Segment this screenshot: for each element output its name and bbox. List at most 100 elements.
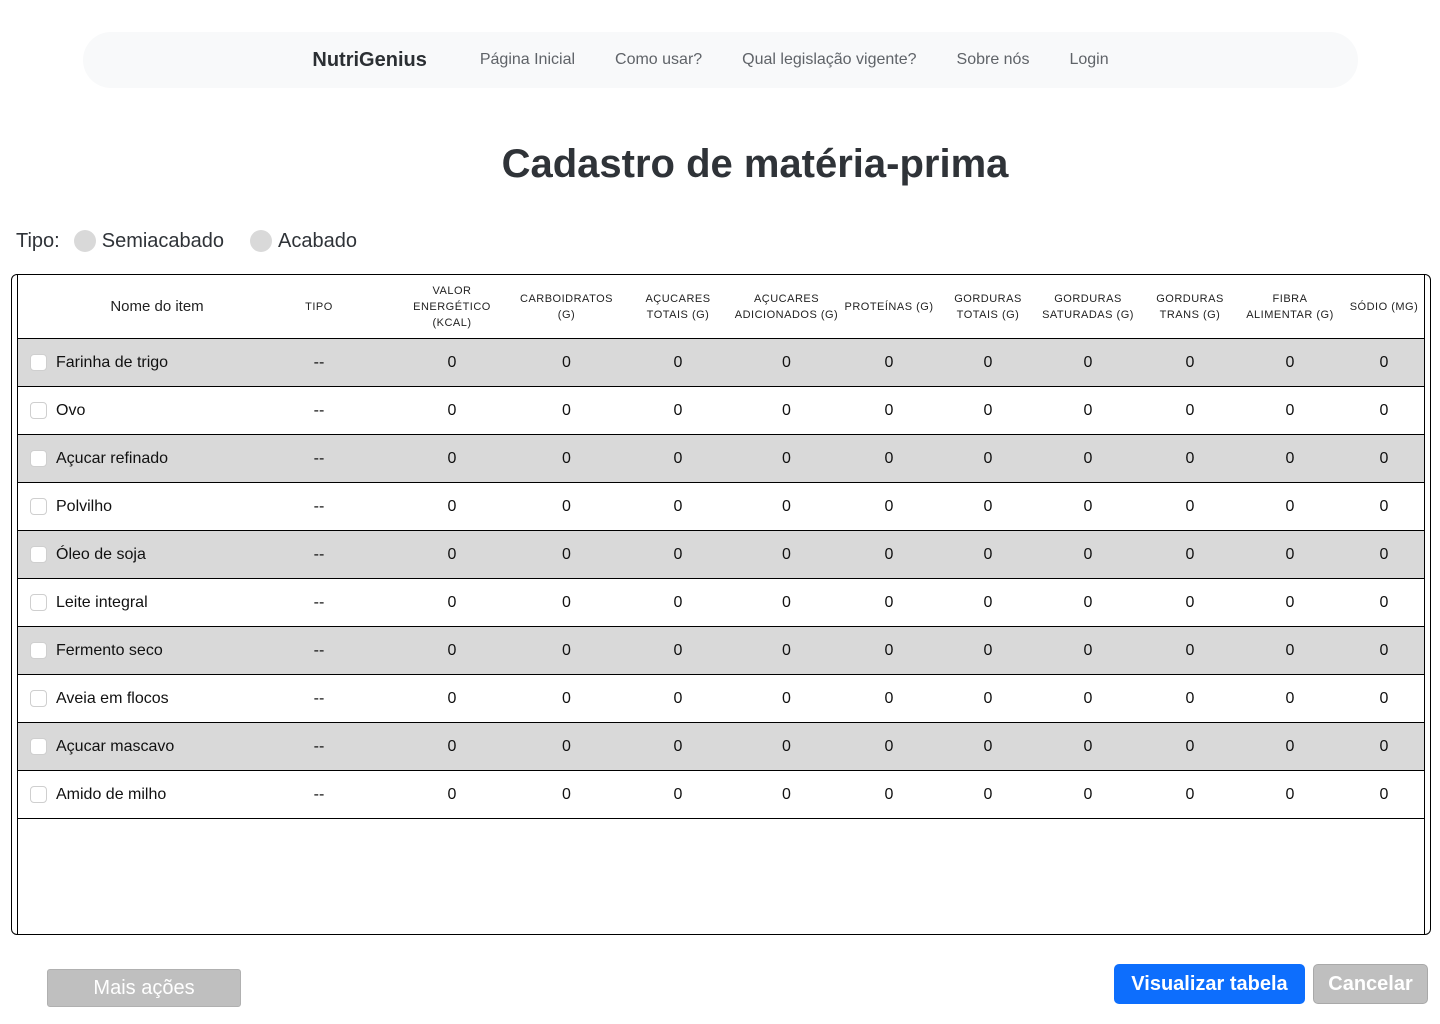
tipo-selector: Tipo: Semiacabado Acabado xyxy=(16,228,383,254)
nutrient-value: 0 xyxy=(884,449,894,467)
radio-button[interactable] xyxy=(73,230,96,252)
row-checkbox[interactable] xyxy=(30,642,47,659)
table-row[interactable]: Ovo -- 0 0 0 0 0 0 0 0 0 0 xyxy=(18,387,1424,435)
table-row[interactable]: Leite integral -- 0 0 0 0 0 0 0 0 0 0 xyxy=(18,579,1424,627)
nutrient-value: 0 xyxy=(983,401,993,419)
table-row[interactable]: Polvilho -- 0 0 0 0 0 0 0 0 0 0 xyxy=(18,483,1424,531)
item-name: Óleo de soja xyxy=(56,545,146,563)
nutrient-value: 0 xyxy=(447,449,457,467)
nutrient-value: 0 xyxy=(884,401,894,419)
brand-logo[interactable]: NutriGenius xyxy=(312,49,426,72)
nutrient-value: 0 xyxy=(1379,593,1389,611)
nutrient-value: 0 xyxy=(884,689,894,707)
column-header: AÇUCARES TOTAIS (G) xyxy=(645,293,711,321)
row-checkbox[interactable] xyxy=(30,786,47,803)
nutrient-value: 0 xyxy=(1285,545,1295,563)
nutrient-value: 0 xyxy=(782,401,791,419)
nutrient-value: 0 xyxy=(562,593,571,611)
column-header: GORDURAS TOTAIS (G) xyxy=(954,293,1022,321)
nutrient-value: 0 xyxy=(1379,545,1389,563)
nutrient-value: 0 xyxy=(782,785,791,803)
nutrient-value: 0 xyxy=(1379,641,1389,659)
row-checkbox[interactable] xyxy=(30,450,47,467)
nutrient-value: 0 xyxy=(1379,497,1389,515)
item-name-cell: Ovo xyxy=(18,387,278,434)
nutrient-value: 0 xyxy=(447,593,457,611)
top-navbar: NutriGenius Página Inicial Como usar? Qu… xyxy=(83,32,1358,88)
row-checkbox[interactable] xyxy=(30,498,47,515)
item-name: Amido de milho xyxy=(56,785,167,803)
nutrient-value: 0 xyxy=(1379,737,1389,755)
radio-label: Semiacabado xyxy=(101,229,225,252)
nutrient-value: 0 xyxy=(1285,401,1295,419)
column-header: TIPO xyxy=(305,301,333,313)
nutrient-value: 0 xyxy=(1083,641,1093,659)
nutrient-value: 0 xyxy=(673,737,683,755)
nutrient-value: 0 xyxy=(562,737,571,755)
column-header: PROTEÍNAS (G) xyxy=(844,301,934,313)
row-checkbox[interactable] xyxy=(30,402,47,419)
nutrient-value: 0 xyxy=(1285,641,1295,659)
nav-link-how-to-use[interactable]: Como usar? xyxy=(615,51,702,69)
item-name: Polvilho xyxy=(56,497,113,515)
radio-button[interactable] xyxy=(250,230,273,252)
nutrient-value: 0 xyxy=(1285,593,1295,611)
item-name-cell: Farinha de trigo xyxy=(18,339,278,386)
row-checkbox[interactable] xyxy=(30,354,47,371)
nutrient-value: 0 xyxy=(782,737,791,755)
nutrient-value: 0 xyxy=(1185,545,1195,563)
nutrient-value: 0 xyxy=(983,737,993,755)
row-checkbox[interactable] xyxy=(30,546,47,563)
nutrient-value: 0 xyxy=(1285,785,1295,803)
radio-acabado[interactable]: Acabado xyxy=(250,230,357,253)
ingredients-table: Nome do item TIPO VALOR ENERGÉTICO (KCAL) C… xyxy=(17,275,1425,935)
table-row[interactable]: Aveia em flocos -- 0 0 0 0 0 0 0 0 0 0 xyxy=(18,675,1424,723)
column-header: GORDURAS TRANS (G) xyxy=(1156,293,1224,321)
nutrient-value: 0 xyxy=(884,785,894,803)
table-row[interactable]: Fermento seco -- 0 0 0 0 0 0 0 0 0 0 xyxy=(18,627,1424,675)
item-tipo: -- xyxy=(313,449,325,467)
radio-semiacabado[interactable]: Semiacabado xyxy=(73,229,225,253)
nav-link-about[interactable]: Sobre nós xyxy=(957,51,1030,69)
item-name-cell: Fermento seco xyxy=(18,627,278,674)
nutrient-value: 0 xyxy=(447,737,457,755)
more-actions-button[interactable]: Mais ações xyxy=(47,969,241,1007)
table-row[interactable]: Farinha de trigo -- 0 0 0 0 0 0 0 0 0 0 xyxy=(18,339,1424,387)
nav-link-legislation[interactable]: Qual legislação vigente? xyxy=(742,51,916,69)
cancel-button[interactable]: Cancelar xyxy=(1313,964,1428,1004)
nutrient-value: 0 xyxy=(884,593,894,611)
nutrient-value: 0 xyxy=(884,545,894,563)
nutrient-value: 0 xyxy=(1379,353,1389,371)
nutrient-value: 0 xyxy=(1083,785,1093,803)
nutrient-value: 0 xyxy=(1185,353,1195,371)
nutrient-value: 0 xyxy=(562,449,571,467)
item-name-cell: Amido de milho xyxy=(18,771,278,818)
nutrient-value: 0 xyxy=(673,497,683,515)
item-name: Ovo xyxy=(56,401,86,419)
row-checkbox[interactable] xyxy=(30,690,47,707)
item-tipo: -- xyxy=(313,641,325,659)
nav-link-login[interactable]: Login xyxy=(1069,51,1108,69)
nutrient-value: 0 xyxy=(884,353,894,371)
view-table-button[interactable]: Visualizar tabela xyxy=(1114,964,1305,1004)
item-name-cell: Leite integral xyxy=(18,579,278,626)
table-row[interactable]: Açucar refinado -- 0 0 0 0 0 0 0 0 0 0 xyxy=(18,435,1424,483)
nutrient-value: 0 xyxy=(782,449,791,467)
table-row[interactable]: Óleo de soja -- 0 0 0 0 0 0 0 0 0 0 xyxy=(18,531,1424,579)
item-name-cell: Açucar refinado xyxy=(18,435,278,482)
nutrient-value: 0 xyxy=(782,689,791,707)
nutrient-value: 0 xyxy=(884,737,894,755)
row-checkbox[interactable] xyxy=(30,738,47,755)
table-row[interactable]: Açucar mascavo -- 0 0 0 0 0 0 0 0 0 0 xyxy=(18,723,1424,771)
nutrient-value: 0 xyxy=(983,689,993,707)
item-name: Fermento seco xyxy=(56,641,163,659)
ingredients-table-frame: Nome do item TIPO VALOR ENERGÉTICO (KCAL) C… xyxy=(11,274,1431,935)
table-row[interactable]: Amido de milho -- 0 0 0 0 0 0 0 0 0 0 xyxy=(18,771,1424,819)
item-name-cell: Aveia em flocos xyxy=(18,675,278,722)
item-tipo: -- xyxy=(313,689,325,707)
nutrient-value: 0 xyxy=(1285,737,1295,755)
row-checkbox[interactable] xyxy=(30,594,47,611)
nav-link-home[interactable]: Página Inicial xyxy=(480,51,575,69)
item-tipo: -- xyxy=(313,353,325,371)
item-name-cell: Açucar mascavo xyxy=(18,723,278,770)
